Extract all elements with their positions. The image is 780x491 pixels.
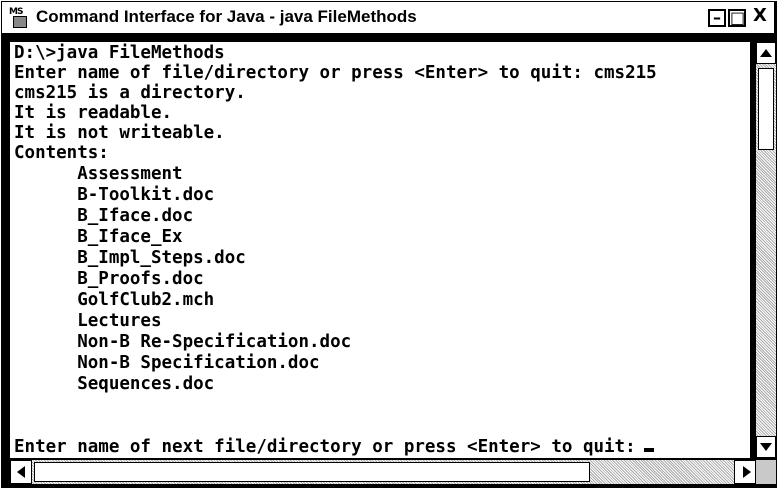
console-line: Lectures <box>14 311 162 331</box>
console-output[interactable]: D:\>java FileMethods Enter name of file/… <box>10 42 750 458</box>
minimize-button[interactable]: – <box>708 9 726 27</box>
vertical-scrollbar[interactable] <box>756 42 776 458</box>
console-line: Assessment <box>14 164 183 184</box>
console-line: It is readable. <box>14 103 173 123</box>
close-button[interactable]: X <box>751 7 769 27</box>
scroll-down-arrow-icon[interactable] <box>756 436 776 458</box>
title-bar[interactable]: MS Command Interface for Java - java Fil… <box>2 2 774 33</box>
resize-grip[interactable] <box>756 460 776 484</box>
console-line: It is not writeable. <box>14 123 225 143</box>
console-line: D:\>java FileMethods <box>14 43 225 63</box>
console-line: B_Impl_Steps.doc <box>14 248 246 268</box>
ms-dos-icon[interactable]: MS <box>8 7 28 28</box>
console-line: B_Iface_Ex <box>14 227 183 247</box>
scroll-left-arrow-icon[interactable] <box>10 460 32 484</box>
scroll-right-arrow-icon[interactable] <box>734 460 756 484</box>
console-prompt-line[interactable]: Enter name of next file/directory or pre… <box>14 437 654 457</box>
vertical-scroll-thumb[interactable] <box>758 68 774 150</box>
maximize-button[interactable]: □ <box>728 9 746 27</box>
console-line: GolfClub2.mch <box>14 290 215 310</box>
scroll-up-arrow-icon[interactable] <box>756 42 776 64</box>
console-line: Contents: <box>14 143 109 163</box>
horizontal-scrollbar[interactable] <box>10 460 756 484</box>
ms-dos-icon-screen <box>13 16 27 28</box>
text-cursor <box>643 448 654 452</box>
console-line: Sequences.doc <box>14 374 215 394</box>
console-line: Non-B Specification.doc <box>14 353 320 373</box>
window-title: Command Interface for Java - java FileMe… <box>36 7 417 26</box>
horizontal-scroll-thumb[interactable] <box>34 462 590 482</box>
console-line: B_Iface.doc <box>14 206 194 226</box>
console-line: B_Proofs.doc <box>14 269 204 289</box>
console-line: cms215 is a directory. <box>14 83 246 103</box>
console-line: Enter name of file/directory or press <E… <box>14 63 657 83</box>
console-prompt: Enter name of next file/directory or pre… <box>14 437 636 457</box>
console-line: Non-B Re-Specification.doc <box>14 332 352 352</box>
console-line: B-Toolkit.doc <box>14 185 215 205</box>
